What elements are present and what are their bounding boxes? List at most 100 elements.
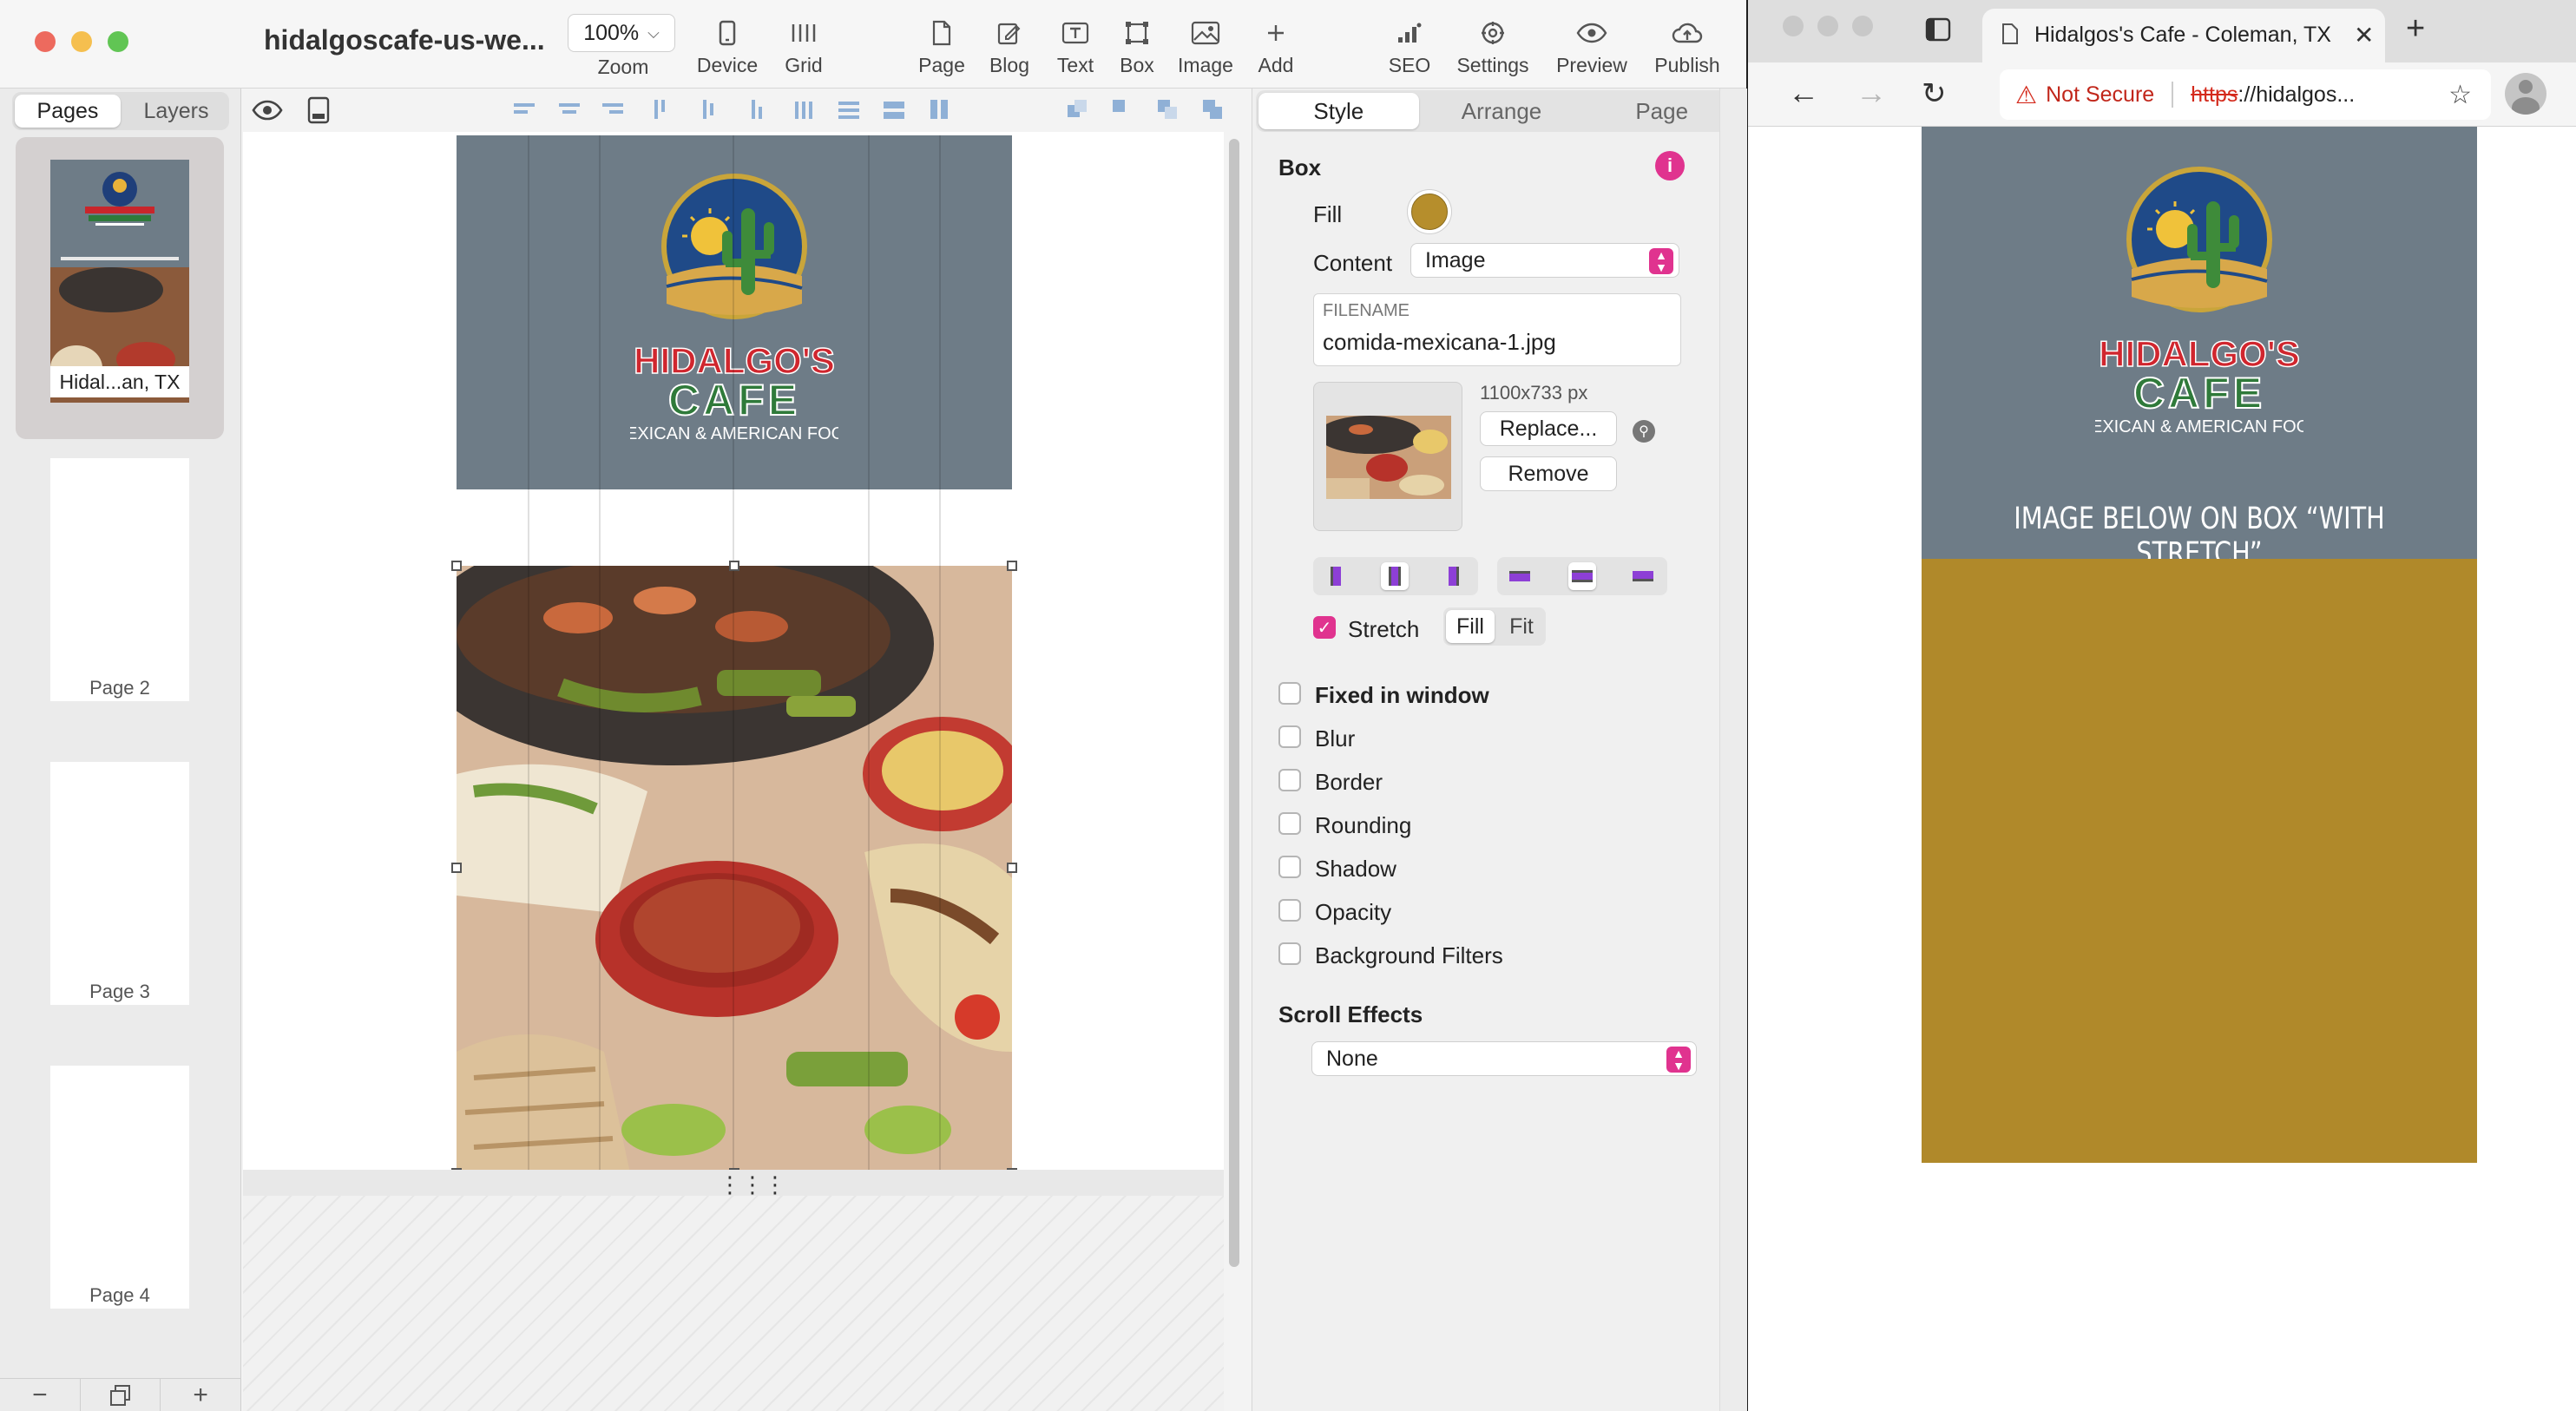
tab-arrange[interactable]: Arrange [1422,90,1582,132]
page-thumb-3[interactable]: Page 3 [16,762,224,1014]
grid-button[interactable]: Grid [769,12,838,82]
align-center-icon[interactable] [559,100,582,121]
canvas-scrollbar[interactable] [1229,139,1239,1267]
new-tab-icon[interactable]: + [2406,10,2425,48]
favorite-star-icon[interactable]: ☆ [2448,80,2472,110]
filename-field[interactable]: FILENAME comida-mexicana-1.jpg [1313,293,1681,366]
add-button[interactable]: Add [1243,12,1309,82]
tab-page[interactable]: Page [1581,90,1742,132]
distribute-horizontal-icon[interactable] [793,100,816,121]
blur-checkbox[interactable] [1278,725,1301,748]
page-button[interactable]: Page [908,12,976,82]
align-middle-icon[interactable] [700,100,722,121]
maximize-window-button[interactable] [108,31,128,52]
box-button[interactable]: Box [1104,12,1170,82]
magnify-icon[interactable]: ⚲ [1633,420,1655,443]
scroll-effects-select[interactable]: None ▲ ▼ [1311,1041,1697,1076]
fixed-in-window-checkbox[interactable] [1278,682,1301,705]
content-select[interactable]: Image ▲ ▼ [1410,243,1679,278]
same-height-icon[interactable] [929,100,951,121]
device-button[interactable]: Device [691,12,764,82]
remove-page-button[interactable]: − [0,1379,81,1411]
same-width-icon[interactable] [884,100,906,121]
text-button[interactable]: Text [1042,12,1109,82]
drag-handle-icon[interactable]: ⋮⋮⋮ [719,1171,786,1198]
position-top-icon[interactable] [1506,562,1534,590]
replace-button[interactable]: Replace... [1480,411,1617,446]
align-top-icon[interactable] [651,100,674,121]
resize-handle[interactable] [451,863,462,873]
close-window-button[interactable] [1783,16,1804,36]
bring-forward-icon[interactable] [1113,100,1135,121]
tab-layers[interactable]: Layers [123,92,229,130]
fit-mode-button[interactable]: Fit [1497,607,1546,646]
minimize-window-button[interactable] [71,31,92,52]
opacity-checkbox[interactable] [1278,899,1301,922]
align-right-icon[interactable] [602,100,625,121]
resize-handle[interactable] [729,561,739,571]
settings-button[interactable]: Settings [1451,12,1534,82]
close-tab-icon[interactable]: ✕ [2354,21,2374,49]
duplicate-page-button[interactable] [81,1379,161,1411]
background-filters-checkbox[interactable] [1278,942,1301,965]
seo-button[interactable]: SEO [1377,12,1442,82]
stretch-checkbox[interactable]: ✓ [1313,616,1336,639]
bring-to-front-icon[interactable] [1203,100,1226,121]
browser-tab-active[interactable]: Hidalgos's Cafe - Coleman, TX ✕ [1982,9,2385,62]
page-thumb-2[interactable]: Page 2 [16,458,224,710]
publish-button[interactable]: Publish [1646,12,1729,82]
fill-mode-button[interactable]: Fill [1446,610,1495,643]
remove-button[interactable]: Remove [1480,456,1617,491]
url-scheme: https [2191,82,2238,107]
url-field[interactable]: ⚠ Not Secure https ://hidalgos... ☆ [2000,69,2491,120]
mobile-device-icon[interactable] [307,96,330,128]
back-arrow-icon[interactable]: ← [1788,75,1819,111]
blog-button[interactable]: Blog [976,12,1043,82]
tab-style[interactable]: Style [1258,93,1419,129]
caption-text[interactable]: IMAGE BELOW ON BOX “WITH STRETCH” [507,500,963,569]
page-thumb-4[interactable]: Page 4 [16,1066,224,1317]
maximize-window-button[interactable] [1852,16,1873,36]
sidebar-toggle-icon[interactable] [1925,17,1951,46]
minimize-window-button[interactable] [1817,16,1838,36]
align-bottom-icon[interactable] [748,100,771,121]
position-bottom-icon[interactable] [1629,562,1657,590]
food-image-box[interactable] [457,566,1012,1173]
page-preview: HIDALGO'S CAFE MEXICAN & AMERICAN FOOD I… [457,135,1012,1173]
resize-handle[interactable] [1007,863,1017,873]
cloud-upload-icon [1646,12,1729,54]
reload-icon[interactable]: ↻ [1922,76,1947,111]
url-divider [2172,82,2174,108]
resize-handle[interactable] [451,561,462,571]
send-backward-icon[interactable] [1068,100,1090,121]
preview-button[interactable]: Preview [1550,12,1633,82]
resize-handle[interactable] [1007,561,1017,571]
tab-pages[interactable]: Pages [15,95,121,128]
close-window-button[interactable] [35,31,56,52]
position-left-icon[interactable] [1322,562,1350,590]
forward-arrow-icon[interactable]: → [1856,75,1887,111]
send-to-back-icon[interactable] [1158,100,1180,121]
image-preview [1313,382,1462,531]
eye-icon[interactable] [252,100,283,125]
browser-page-content: HIDALGO'S CAFE MEXICAN & AMERICAN FOOD I… [1922,127,2477,1163]
fill-color-well[interactable] [1407,189,1452,234]
design-canvas[interactable]: HIDALGO'S CAFE MEXICAN & AMERICAN FOOD I… [243,132,1224,1411]
page-thumb-1[interactable]: Hidal...an, TX [16,137,224,439]
box-icon [1104,12,1170,54]
info-icon[interactable]: i [1655,151,1685,180]
position-center-icon[interactable] [1381,562,1409,590]
avatar[interactable] [2505,73,2546,115]
shadow-checkbox[interactable] [1278,856,1301,878]
border-checkbox[interactable] [1278,769,1301,791]
distribute-vertical-icon[interactable] [838,100,861,121]
add-page-button[interactable]: + [161,1379,242,1411]
zoom-select[interactable]: 100% ⌵ [568,14,675,52]
editor-toolbar: hidalgoscafe-us-we... 100% ⌵ Zoom Device… [0,0,1746,89]
grid-guide [939,135,941,1173]
image-button[interactable]: Image [1166,12,1245,82]
rounding-checkbox[interactable] [1278,812,1301,835]
position-right-icon[interactable] [1440,562,1468,590]
position-middle-icon[interactable] [1568,562,1596,590]
align-left-icon[interactable] [514,100,536,121]
